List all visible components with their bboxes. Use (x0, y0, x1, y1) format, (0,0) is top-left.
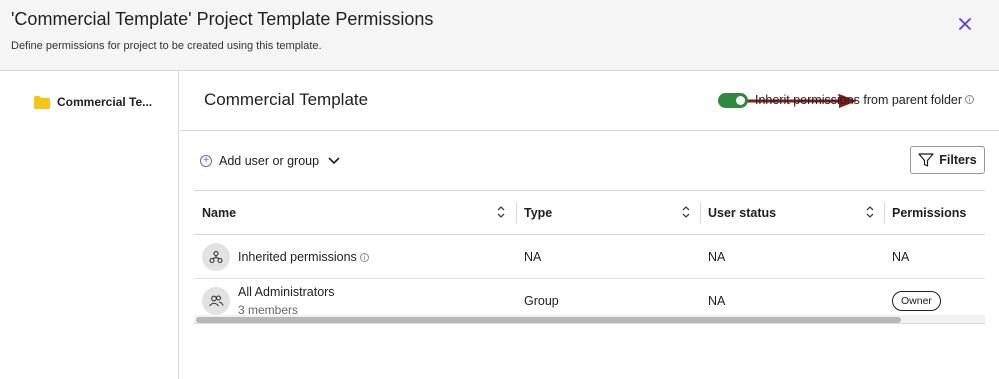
chevron-down-icon (328, 157, 340, 165)
sort-icon[interactable] (865, 205, 875, 219)
add-circle-icon: + (200, 155, 212, 167)
column-label: Name (202, 206, 237, 220)
sort-icon[interactable] (496, 205, 506, 219)
column-separator (884, 203, 885, 223)
dialog-subtitle: Define permissions for project to be cre… (11, 40, 322, 52)
sidebar-item-label: Commercial Te... (57, 95, 153, 109)
folder-icon (34, 95, 50, 109)
info-icon[interactable]: i (359, 252, 369, 262)
close-icon[interactable] (955, 14, 975, 34)
permissions-table: Name Type User status Permissions Inheri… (194, 190, 985, 324)
sidebar-item-commercial-template[interactable]: Commercial Te... (34, 93, 152, 111)
filters-label: Filters (939, 153, 977, 167)
name-cell: Inherited permissions i (238, 235, 369, 279)
column-label: Permissions (892, 206, 967, 220)
group-icon (202, 287, 230, 315)
row-name: All Administrators (238, 285, 335, 299)
table-row[interactable]: Inherited permissions i NA NA NA (194, 235, 985, 279)
inherit-permissions-toggle[interactable] (718, 93, 748, 108)
info-icon[interactable]: i (965, 95, 975, 104)
column-separator (700, 203, 701, 223)
status-cell: NA (708, 250, 726, 264)
table-header: Name Type User status Permissions (194, 191, 985, 235)
column-header-name[interactable]: Name (202, 191, 236, 235)
divider (180, 130, 999, 131)
sidebar: Commercial Te... (0, 71, 179, 379)
permissions-cell: NA (892, 250, 910, 264)
hierarchy-icon (202, 243, 230, 271)
column-label: Type (524, 206, 553, 220)
permission-badge[interactable]: Owner (892, 291, 941, 311)
column-header-type[interactable]: Type (524, 191, 552, 235)
scrollbar-thumb[interactable] (196, 317, 901, 323)
dialog-header: 'Commercial Template' Project Template P… (0, 0, 999, 71)
inherit-label-text: Inherit permissions from parent folder (755, 93, 963, 107)
horizontal-scrollbar[interactable] (194, 315, 985, 323)
inherit-permissions-label: Inherit permissions from parent folder i (755, 93, 975, 107)
add-user-or-group-button[interactable]: + Add user or group (200, 154, 340, 168)
row-name: Inherited permissions (238, 250, 357, 264)
main-panel: Commercial Template Inherit permissions … (180, 71, 999, 379)
add-user-label: Add user or group (219, 154, 320, 168)
column-label: User status (708, 206, 777, 220)
sort-icon[interactable] (681, 205, 691, 219)
filters-button[interactable]: Filters (910, 146, 985, 174)
filter-icon (918, 153, 934, 167)
page-title: Commercial Template (204, 90, 369, 109)
type-cell: NA (524, 250, 542, 264)
dialog-title: 'Commercial Template' Project Template P… (11, 9, 434, 29)
column-separator (516, 203, 517, 223)
column-header-user-status[interactable]: User status (708, 191, 776, 235)
column-header-permissions[interactable]: Permissions (892, 191, 966, 235)
